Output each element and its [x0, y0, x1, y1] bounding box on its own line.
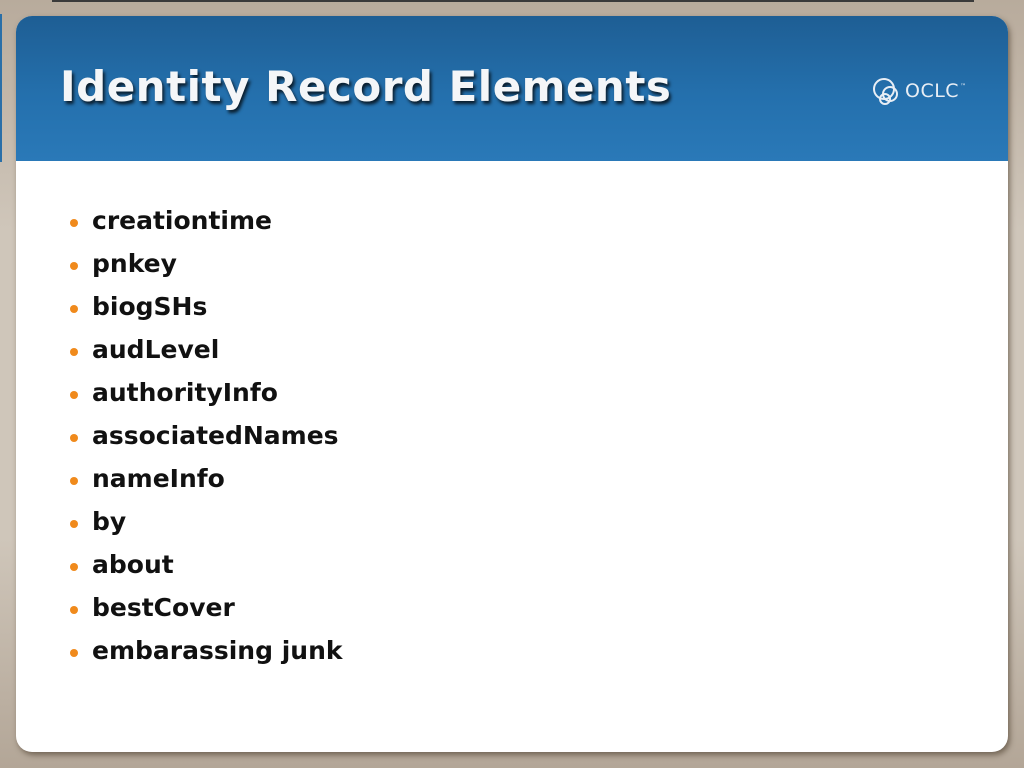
oclc-logo: OCLC ™ — [872, 74, 966, 108]
list-item: creationtime — [70, 203, 343, 246]
list-item: by — [70, 504, 343, 547]
bullet-icon — [70, 219, 78, 227]
bullet-text: bestCover — [92, 593, 235, 622]
bullet-icon — [70, 477, 78, 485]
bullet-icon — [70, 348, 78, 356]
slide-title: Identity Record Elements — [60, 62, 672, 111]
bullet-icon — [70, 262, 78, 270]
bullet-icon — [70, 563, 78, 571]
list-item: bestCover — [70, 590, 343, 633]
oclc-logo-icon — [873, 78, 898, 105]
bullet-text: authorityInfo — [92, 378, 278, 407]
bullet-text: biogSHs — [92, 292, 208, 321]
bullet-icon — [70, 606, 78, 614]
bullet-text: creationtime — [92, 206, 272, 235]
list-item: authorityInfo — [70, 375, 343, 418]
bullet-text: embarassing junk — [92, 636, 343, 665]
slide-header: Identity Record Elements OCLC ™ — [16, 16, 1008, 161]
bullet-icon — [70, 391, 78, 399]
top-divider — [52, 0, 974, 2]
list-item: audLevel — [70, 332, 343, 375]
list-item: pnkey — [70, 246, 343, 289]
list-item: associatedNames — [70, 418, 343, 461]
bullet-icon — [70, 305, 78, 313]
bullet-text: pnkey — [92, 249, 177, 278]
bullet-icon — [70, 649, 78, 657]
list-item: about — [70, 547, 343, 590]
bullet-list: creationtime pnkey biogSHs audLevel auth… — [70, 203, 343, 676]
list-item: nameInfo — [70, 461, 343, 504]
bullet-text: about — [92, 550, 174, 579]
left-edge-marker — [0, 14, 2, 162]
bullet-text: audLevel — [92, 335, 220, 364]
bullet-icon — [70, 520, 78, 528]
bullet-icon — [70, 434, 78, 442]
list-item: biogSHs — [70, 289, 343, 332]
bullet-text: by — [92, 507, 127, 536]
oclc-logo-text: OCLC — [905, 80, 960, 102]
trademark-symbol: ™ — [960, 83, 967, 90]
list-item: embarassing junk — [70, 633, 343, 676]
bullet-text: associatedNames — [92, 421, 339, 450]
bullet-text: nameInfo — [92, 464, 225, 493]
